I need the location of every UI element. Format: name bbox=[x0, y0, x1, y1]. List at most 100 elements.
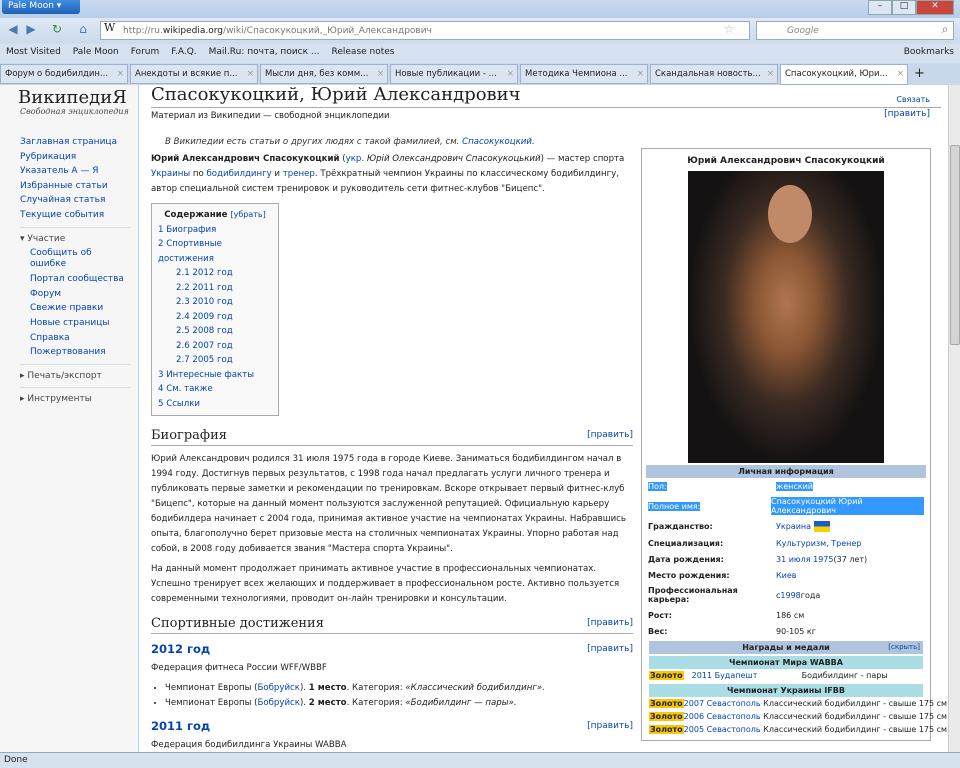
sidebar-participation[interactable]: ▾ Участие bbox=[20, 226, 130, 247]
tab-active[interactable]: Спасокукоцкий, Юри... × bbox=[780, 64, 908, 85]
ukr-link[interactable]: укр. bbox=[346, 154, 364, 164]
bookmark-pale-moon[interactable]: Pale Moon bbox=[73, 47, 119, 60]
row-value[interactable]: 31 июля 1975 bbox=[776, 555, 833, 564]
event-link[interactable]: 2005 Севастополь bbox=[684, 725, 761, 734]
toc-item[interactable]: 5 Ссылки bbox=[158, 399, 200, 409]
portrait-photo[interactable] bbox=[688, 171, 884, 463]
sidebar-index[interactable]: Указатель А — Я bbox=[20, 166, 99, 176]
link-languages[interactable]: Связать bbox=[896, 95, 930, 104]
toc-item[interactable]: 2.3 2010 год bbox=[176, 297, 233, 307]
close-tab-icon[interactable]: × bbox=[767, 69, 774, 79]
edit-link[interactable]: [править] bbox=[587, 616, 633, 631]
sidebar-featured[interactable]: Избранные статьи bbox=[20, 181, 108, 191]
city-link[interactable]: Бобруйск bbox=[257, 698, 300, 708]
toc-item[interactable]: 1 Биография bbox=[158, 225, 216, 235]
toc-item[interactable]: 2.7 2005 год bbox=[176, 355, 233, 365]
tab[interactable]: Новые публикации - ... × bbox=[390, 64, 518, 84]
close-tab-icon[interactable]: × bbox=[507, 69, 514, 79]
sidebar-categories[interactable]: Рубрикация bbox=[20, 152, 76, 162]
edit-link[interactable]: [править] bbox=[587, 428, 633, 443]
sidebar-tools[interactable]: ▸ Инструменты bbox=[20, 387, 130, 407]
medal-row: Золото 2007 Севастополь Классический боди… bbox=[649, 697, 947, 710]
sidebar-forum[interactable]: Форум bbox=[30, 289, 61, 299]
row-value[interactable]: Украина bbox=[776, 522, 811, 531]
reload-icon[interactable]: ↻ bbox=[48, 22, 66, 39]
toc-item[interactable]: 4 См. также bbox=[158, 384, 213, 394]
toc-item[interactable]: 2.5 2008 год bbox=[176, 326, 233, 336]
sidebar-help[interactable]: Справка bbox=[30, 333, 70, 343]
bookmark-mailru[interactable]: Mail.Ru: почта, поиск ... bbox=[209, 47, 320, 60]
page-content: ВикипедиЯ Свободная энциклопедия Заглавн… bbox=[0, 85, 948, 752]
toc-item[interactable]: 2.4 2009 год bbox=[176, 312, 233, 322]
maximize-button[interactable]: □ bbox=[892, 0, 916, 15]
search-placeholder: Google bbox=[787, 26, 819, 36]
tab-label: Методика Чемпиона ... bbox=[525, 69, 628, 79]
close-button[interactable]: ✕ bbox=[916, 0, 954, 15]
bookmark-star-icon[interactable]: ☆ bbox=[720, 22, 738, 39]
close-tab-icon[interactable]: × bbox=[897, 69, 904, 79]
tab[interactable]: Методика Чемпиона ... × bbox=[520, 64, 648, 84]
infobox: Юрий Александрович Спасокукоцкий Личная … bbox=[641, 148, 947, 741]
ukraine-link[interactable]: Украины bbox=[151, 169, 190, 179]
back-icon[interactable]: ◀ bbox=[4, 22, 22, 39]
sidebar-report-error[interactable]: Сообщить об ошибке bbox=[30, 248, 92, 269]
bookmark-faq[interactable]: F.A.Q. bbox=[171, 47, 196, 60]
bookmark-most-visited[interactable]: Most Visited bbox=[6, 47, 61, 60]
hatnote-link[interactable]: Спасокукоцкий bbox=[462, 137, 532, 147]
event-link[interactable]: 2007 Севастополь bbox=[684, 699, 761, 708]
bookmark-release-notes[interactable]: Release notes bbox=[332, 47, 395, 60]
tab[interactable]: Мысли дня, без комм... × bbox=[260, 64, 388, 84]
close-tab-icon[interactable]: × bbox=[637, 69, 644, 79]
trainer-link[interactable]: тренер bbox=[283, 169, 315, 179]
tab[interactable]: Анекдоты и всякие п... × bbox=[130, 64, 258, 84]
edit-link[interactable]: [править] bbox=[884, 109, 930, 119]
toc-item[interactable]: 2.2 2011 год bbox=[176, 283, 233, 293]
tab[interactable]: Форум о бодибилдин... × bbox=[0, 64, 128, 84]
toc-hide-link[interactable]: [убрать] bbox=[231, 210, 266, 219]
bookmarks-menu[interactable]: Bookmarks bbox=[904, 47, 954, 60]
vertical-scrollbar[interactable] bbox=[948, 85, 960, 752]
toc-item[interactable]: 2 Спортивные достижения bbox=[158, 239, 222, 264]
forward-icon[interactable]: ▶ bbox=[22, 22, 40, 39]
row-value[interactable]: Культуризм, Тренер bbox=[776, 539, 861, 548]
search-box[interactable]: Google bbox=[756, 21, 954, 40]
federation-text: Федерация фитнеса России WFF/WBBF bbox=[151, 663, 327, 673]
url-bar[interactable]: http://ru.wikipedia.org/wiki/Спасокукоцк… bbox=[100, 21, 750, 40]
edit-link[interactable]: [править] bbox=[587, 719, 633, 734]
sidebar-new-pages[interactable]: Новые страницы bbox=[30, 318, 109, 328]
close-tab-icon[interactable]: × bbox=[117, 69, 124, 79]
awards-hide-link[interactable]: [скрыть] bbox=[888, 643, 920, 651]
row-value[interactable]: женский bbox=[776, 481, 813, 491]
toc-item[interactable]: 2.6 2007 год bbox=[176, 341, 233, 351]
bodybuilding-link[interactable]: бодибилдингу bbox=[206, 169, 271, 179]
event-link[interactable]: 2006 Севастополь bbox=[684, 712, 761, 721]
sidebar-print[interactable]: ▸ Печать/экспорт bbox=[20, 363, 130, 384]
wikipedia-logo[interactable]: ВикипедиЯ bbox=[18, 87, 127, 108]
sidebar-main-page[interactable]: Заглавная страница bbox=[20, 137, 117, 147]
sidebar-recent-changes[interactable]: Свежие правки bbox=[30, 303, 103, 313]
toc-item[interactable]: 3 Интересные факты bbox=[158, 370, 254, 380]
sidebar-community[interactable]: Портал сообщества bbox=[30, 274, 124, 284]
sidebar-donate[interactable]: Пожертвования bbox=[30, 347, 106, 357]
row-value: 186 см bbox=[776, 610, 805, 620]
list-item: Чемпионат Европы (Бобруйск). 2 место. Ка… bbox=[165, 696, 633, 711]
toc-item[interactable]: 2.1 2012 год bbox=[176, 268, 233, 278]
home-icon[interactable]: ⌂ bbox=[74, 22, 92, 39]
sidebar-current-events[interactable]: Текущие события bbox=[20, 210, 104, 220]
row-value[interactable]: Киев bbox=[776, 571, 797, 580]
city-link[interactable]: Бобруйск bbox=[257, 683, 300, 693]
sidebar-random[interactable]: Случайная статья bbox=[20, 195, 105, 205]
bookmark-forum[interactable]: Forum bbox=[131, 47, 160, 60]
app-menu-button[interactable]: Pale Moon ▾ bbox=[2, 0, 80, 14]
row-value[interactable]: Спасокукоцкий Юрий Александрович bbox=[771, 497, 924, 515]
row-value[interactable]: 1998 bbox=[780, 591, 800, 600]
tab[interactable]: Скандальная новость... × bbox=[650, 64, 778, 84]
event-link[interactable]: 2011 Будапешт bbox=[692, 671, 802, 680]
close-tab-icon[interactable]: × bbox=[377, 69, 384, 79]
new-tab-icon[interactable]: + bbox=[910, 64, 929, 85]
edit-link[interactable]: [править] bbox=[587, 642, 633, 657]
search-icon[interactable]: ⌕ bbox=[936, 22, 954, 39]
scrollbar-thumb[interactable] bbox=[950, 145, 960, 345]
minimize-button[interactable]: – bbox=[868, 0, 892, 15]
close-tab-icon[interactable]: × bbox=[247, 69, 254, 79]
